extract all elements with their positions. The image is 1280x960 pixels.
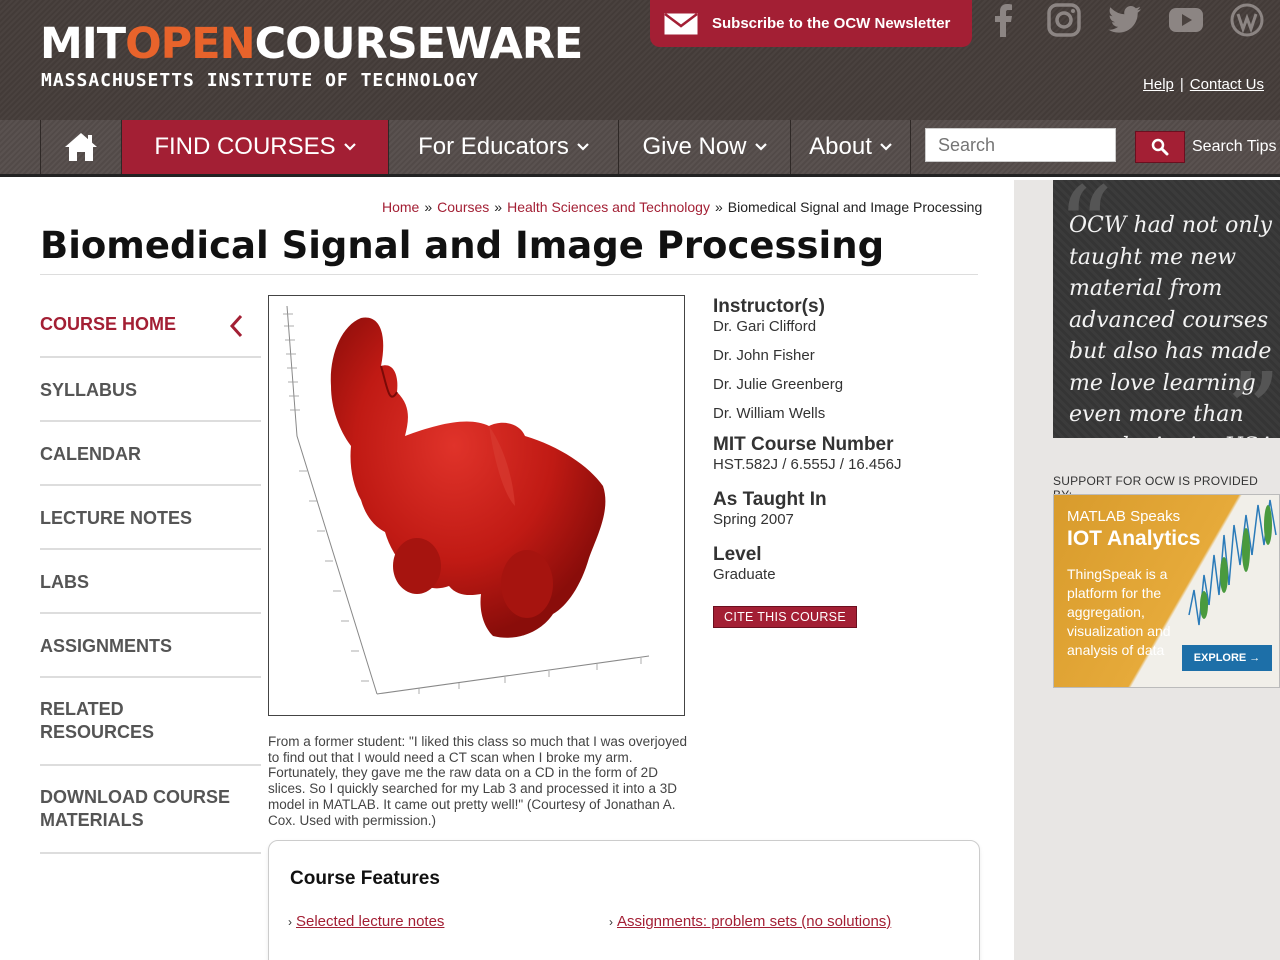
chevron-down-icon	[754, 143, 767, 151]
course-features-title: Course Features	[290, 868, 440, 889]
search-tips-link[interactable]: Search Tips	[1192, 138, 1276, 156]
course-nav-item-related-resources[interactable]: RELATED RESOURCES	[40, 678, 261, 766]
utility-separator: |	[1179, 76, 1184, 93]
feature-link-assignments[interactable]: Assignments: problem sets (no solutions)	[617, 913, 891, 930]
instructor-name: Dr. Gari Clifford	[713, 318, 817, 335]
instagram-icon[interactable]	[1033, 0, 1094, 40]
course-nav: COURSE HOME SYLLABUS CALENDAR LECTURE NO…	[40, 294, 261, 854]
course-nav-item-labs[interactable]: LABS	[40, 550, 261, 614]
course-image	[268, 295, 685, 716]
help-link[interactable]: Help	[1143, 76, 1174, 93]
facebook-icon[interactable]	[972, 0, 1033, 40]
cite-course-button[interactable]: CITE THIS COURSE	[713, 606, 857, 628]
level-heading: Level	[713, 544, 762, 565]
home-nav-button[interactable]	[40, 120, 121, 174]
course-number: HST.582J / 6.555J / 16.456J	[713, 456, 902, 473]
logo-subtitle: MASSACHUSETTS INSTITUTE OF TECHNOLOGY	[41, 70, 479, 91]
image-caption: From a former student: "I liked this cla…	[268, 734, 687, 828]
breadcrumb-current: Biomedical Signal and Image Processing	[727, 199, 983, 215]
page-title: Biomedical Signal and Image Processing	[40, 224, 978, 275]
course-info: Instructor(s) Dr. Gari Clifford Dr. John…	[713, 296, 993, 583]
wordpress-icon[interactable]	[1216, 0, 1277, 40]
main-nav: FIND COURSES For Educators Give Now Abou…	[0, 120, 1280, 177]
newsletter-subscribe-button[interactable]: Subscribe to the OCW Newsletter	[650, 0, 972, 47]
ocw-logo[interactable]: MITOPENCOURSEWARE	[40, 20, 583, 68]
nav-for-educators[interactable]: For Educators	[388, 120, 618, 174]
search-input[interactable]	[925, 128, 1116, 162]
utility-links: Help | Contact Us	[1143, 76, 1264, 93]
chevron-left-icon	[229, 314, 243, 338]
course-nav-item-lecture-notes[interactable]: LECTURE NOTES	[40, 486, 261, 550]
taught-in-value: Spring 2007	[713, 511, 794, 528]
nav-find-courses[interactable]: FIND COURSES	[121, 120, 388, 174]
instructor-name: Dr. William Wells	[713, 405, 826, 422]
breadcrumb-courses[interactable]: Courses	[437, 199, 489, 215]
course-nav-item-syllabus[interactable]: SYLLABUS	[40, 358, 261, 422]
breadcrumb: Home» Courses» Health Sciences and Technol…	[382, 199, 982, 215]
twitter-icon[interactable]	[1094, 0, 1155, 40]
breadcrumb-separator: »	[424, 199, 433, 215]
course-features: Course Features › Selected lecture notes …	[268, 840, 980, 960]
course-nav-item-home[interactable]: COURSE HOME	[40, 294, 261, 358]
taught-in-heading: As Taught In	[713, 489, 827, 510]
instructor-name: Dr. John Fisher	[713, 347, 815, 364]
chevron-down-icon	[577, 143, 589, 151]
sponsor-ad[interactable]: MATLAB Speaks IOT Analytics ThingSpeak i…	[1053, 494, 1280, 688]
3d-model-graphic	[283, 305, 650, 695]
instructors-heading: Instructor(s)	[713, 296, 825, 317]
course-nav-item-download[interactable]: DOWNLOAD COURSE MATERIALS	[40, 766, 261, 854]
feature-item: › Assignments: problem sets (no solutions…	[609, 913, 891, 930]
ad-line-2: IOT Analytics	[1067, 527, 1201, 550]
contact-us-link[interactable]: Contact Us	[1190, 76, 1264, 93]
quote-text: OCW had not only taught me new material …	[1069, 213, 1274, 438]
site-header: MITOPENCOURSEWARE MASSACHUSETTS INSTITUT…	[0, 0, 1280, 120]
social-links	[972, 0, 1277, 47]
ad-line-3: ThingSpeak is a platform for the aggrega…	[1067, 566, 1171, 658]
feature-item: › Selected lecture notes	[288, 913, 444, 930]
breadcrumb-home[interactable]: Home	[382, 199, 419, 215]
envelope-icon	[664, 12, 698, 34]
testimonial-quote: “ ” OCW had not only taught me new mater…	[1053, 180, 1280, 438]
search-button[interactable]	[1135, 131, 1185, 163]
nav-give-now[interactable]: Give Now	[618, 120, 790, 174]
chevron-down-icon	[880, 143, 892, 151]
nav-about[interactable]: About	[790, 120, 911, 174]
youtube-icon[interactable]	[1155, 0, 1216, 40]
breadcrumb-health-sciences[interactable]: Health Sciences and Technology	[507, 199, 710, 215]
feature-link-lecture-notes[interactable]: Selected lecture notes	[296, 913, 444, 930]
ad-line-1: MATLAB Speaks	[1067, 508, 1181, 525]
search-icon	[1151, 138, 1169, 156]
course-nav-item-calendar[interactable]: CALENDAR	[40, 422, 261, 486]
chevron-down-icon	[343, 143, 356, 151]
breadcrumb-separator: »	[714, 199, 723, 215]
course-nav-item-assignments[interactable]: ASSIGNMENTS	[40, 614, 261, 678]
home-icon	[65, 133, 97, 161]
course-number-heading: MIT Course Number	[713, 434, 894, 455]
ad-explore-button[interactable]: EXPLORE →	[1182, 645, 1272, 671]
instructor-name: Dr. Julie Greenberg	[713, 376, 844, 393]
breadcrumb-separator: »	[494, 199, 503, 215]
chevron-right-icon: ›	[288, 915, 292, 929]
newsletter-label: Subscribe to the OCW Newsletter	[712, 15, 951, 32]
chevron-right-icon: ›	[609, 915, 613, 929]
level-value: Graduate	[713, 566, 776, 583]
